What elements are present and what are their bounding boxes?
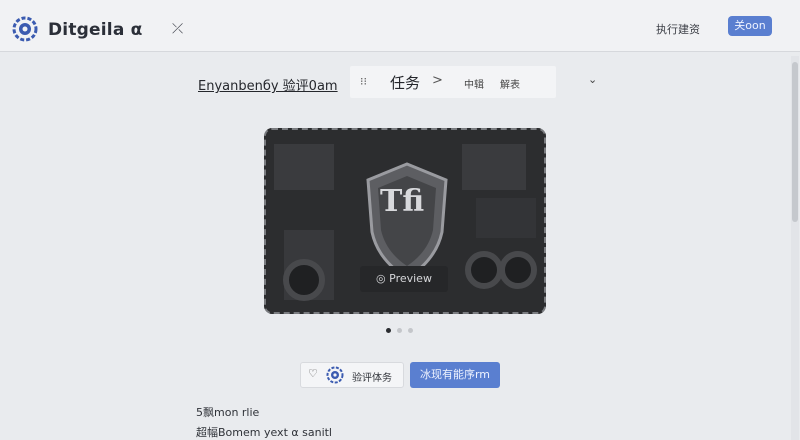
preview-button[interactable]: ◎ Preview (360, 266, 448, 292)
pin-icon[interactable]: ⤫ (172, 21, 183, 37)
breadcrumb-arrow-icon: > (432, 73, 443, 88)
primary-action-button[interactable]: 冰现有能序rm (410, 362, 500, 388)
chevron-down-icon[interactable]: ⌄ (588, 73, 597, 86)
info-line-1: 5飘mon rlie (196, 406, 260, 419)
app-logo-icon-small (326, 366, 344, 384)
scrollbar[interactable] (791, 56, 799, 440)
breadcrumb-task[interactable]: 任务 (390, 72, 420, 93)
carousel-dot-3[interactable] (408, 328, 413, 333)
shield-emblem-text: Tfi (380, 184, 425, 219)
app-title: Ditgeila α (48, 20, 143, 40)
top-action-button[interactable]: 关oon (728, 16, 772, 36)
carousel-dot-2[interactable] (397, 328, 402, 333)
breadcrumb-current[interactable]: 解表 (500, 76, 520, 91)
breadcrumb-middle[interactable]: 中辑 (464, 76, 484, 91)
carousel-dot-1[interactable] (386, 328, 391, 333)
grid-dots-icon: ⁝⁝ (360, 75, 367, 88)
heart-icon[interactable]: ♡ (308, 367, 318, 380)
app-logo-icon[interactable] (12, 16, 38, 42)
secondary-action-label[interactable]: 验评体务 (352, 369, 392, 384)
breadcrumb-project-link[interactable]: Enyanbenбу 验评0am (198, 75, 338, 94)
info-line-2: 超幅Bomem yext α sanitl (196, 426, 332, 439)
scrollbar-thumb[interactable] (792, 62, 798, 222)
breadcrumb (350, 66, 556, 98)
top-nav-link[interactable]: 执行建资 (656, 21, 700, 37)
